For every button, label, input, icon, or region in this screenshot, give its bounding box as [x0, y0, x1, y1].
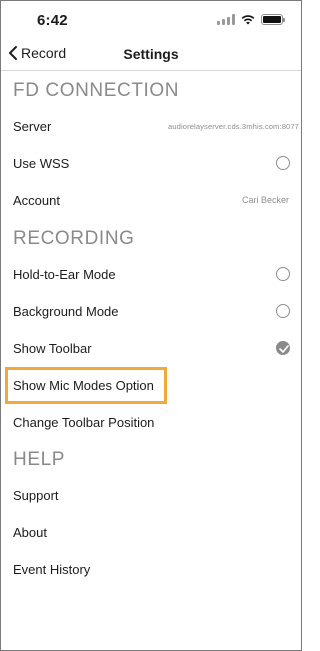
- use-wss-label: Use WSS: [13, 156, 70, 171]
- account-value: Cari Becker: [241, 195, 289, 205]
- settings-row-server[interactable]: Server audiorelayserver.cds.3mhis.com:80…: [1, 112, 301, 142]
- account-label: Account: [13, 193, 60, 208]
- change-toolbar-position-label: Change Toolbar Position: [13, 415, 155, 430]
- settings-row-account[interactable]: Account Cari Becker: [1, 186, 301, 216]
- settings-row-about[interactable]: About: [1, 518, 301, 548]
- server-value: audiorelayserver.cds.3mhis.com:8077: [168, 122, 299, 131]
- page-title: Settings: [123, 46, 179, 62]
- settings-row-hold-to-ear-mode[interactable]: Hold-to-Ear Mode: [1, 260, 301, 290]
- show-toolbar-radio-checked[interactable]: [276, 341, 290, 355]
- settings-row-event-history[interactable]: Event History: [1, 555, 301, 585]
- section-header-fd-connection: FD CONNECTION: [13, 80, 180, 101]
- section-header-recording: RECORDING: [13, 228, 135, 249]
- checkmark-icon: [279, 345, 289, 353]
- use-wss-radio[interactable]: [276, 156, 290, 170]
- section-header-help: HELP: [13, 449, 66, 470]
- background-mode-label: Background Mode: [13, 304, 119, 319]
- status-icons: [217, 14, 285, 25]
- server-label: Server: [13, 119, 52, 134]
- settings-row-background-mode[interactable]: Background Mode: [1, 297, 301, 327]
- about-label: About: [13, 525, 47, 540]
- status-time: 6:42: [37, 12, 68, 29]
- settings-row-show-toolbar[interactable]: Show Toolbar: [1, 334, 301, 364]
- battery-icon: [261, 14, 285, 25]
- show-toolbar-label: Show Toolbar: [13, 341, 92, 356]
- wifi-icon: [241, 15, 255, 25]
- background-mode-radio[interactable]: [276, 304, 290, 318]
- highlight-box: [5, 367, 167, 404]
- status-bar: 6:42: [1, 1, 301, 41]
- support-label: Support: [13, 488, 59, 503]
- settings-screen: 6:42 Record Settings FD CONNECTION Serve…: [0, 0, 302, 651]
- navigation-bar: Record Settings: [1, 41, 301, 71]
- hold-to-ear-label: Hold-to-Ear Mode: [13, 267, 116, 282]
- settings-row-support[interactable]: Support: [1, 481, 301, 511]
- cellular-signal-icon: [217, 14, 235, 25]
- hold-to-ear-radio[interactable]: [276, 267, 290, 281]
- event-history-label: Event History: [13, 562, 91, 577]
- settings-row-change-toolbar-position[interactable]: Change Toolbar Position: [1, 408, 301, 438]
- settings-row-use-wss[interactable]: Use WSS: [1, 149, 301, 179]
